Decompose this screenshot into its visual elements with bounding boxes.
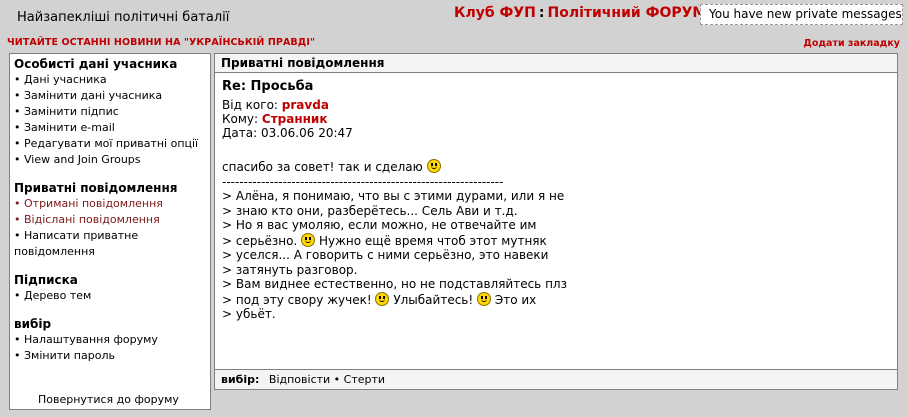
sidebar-item-label[interactable]: Дані учасника	[24, 73, 107, 86]
top-bar: Найзапекліші політичні баталії Клуб ФУП:…	[0, 0, 908, 36]
smiley-icon	[301, 232, 316, 247]
message-line: спасибо за совет! так и сделаю	[222, 160, 423, 174]
quote-line: Нужно ещё время чтоб этот мутняк	[318, 233, 547, 248]
quote-line: > Алёна, я понимаю, что вы с этими дурам…	[222, 189, 565, 203]
quote-line: > под эту свору жучек!	[222, 292, 372, 307]
quote-line: > Вам виднее естественно, но не подставл…	[222, 277, 567, 291]
message-body: спасибо за совет! так и сделаю ---------…	[222, 159, 567, 322]
sidebar-item-edit-email[interactable]: • Замінити e-mail	[14, 120, 206, 136]
bookmark-link[interactable]: Додати закладку	[803, 38, 900, 49]
sidebar: Особисті дані учасника • Дані учасника •…	[9, 53, 211, 410]
sidebar-item-change-password[interactable]: • Змінити пароль	[14, 348, 206, 364]
forum-title: Найзапекліші політичні баталії	[17, 10, 230, 25]
sidebar-item-label[interactable]: Дерево тем	[24, 289, 91, 302]
sidebar-item-label[interactable]: Замінити e-mail	[24, 121, 115, 134]
site-title-separator: :	[538, 5, 545, 21]
sidebar-item-profile[interactable]: • Дані учасника	[14, 72, 206, 88]
sidebar-item-label[interactable]: Змінити пароль	[24, 349, 115, 362]
date-label: Дата:	[222, 126, 258, 140]
news-link[interactable]: ЧИТАЙТЕ ОСТАННІ НОВИНИ НА "УКРАЇНСЬКІЙ П…	[7, 37, 315, 48]
date-value: 03.06.06 20:47	[260, 126, 353, 140]
sidebar-item-label[interactable]: Написати приватне повідомлення	[14, 229, 138, 258]
sidebar-heading-subscription: Підписка	[14, 273, 78, 287]
sidebar-item-inbox[interactable]: • Отримані повідомлення	[14, 196, 206, 212]
sidebar-heading-private: Приватні повідомлення	[14, 181, 178, 195]
sidebar-item-groups[interactable]: • View and Join Groups	[14, 152, 206, 168]
delete-link[interactable]: Стерти	[344, 373, 385, 386]
sidebar-item-compose[interactable]: • Написати приватне повідомлення	[14, 228, 206, 260]
sidebar-item-edit-profile[interactable]: • Замінити дані учасника	[14, 88, 206, 104]
sidebar-item-label[interactable]: View and Join Groups	[24, 153, 141, 166]
quote-line: > Но я вас умоляю, если можно, не отвеча…	[222, 218, 537, 232]
sidebar-item-label[interactable]: Отримані повідомлення	[24, 197, 163, 210]
quote-line: Это их	[494, 292, 537, 307]
to-label: Кому:	[222, 112, 259, 126]
site-title-club[interactable]: Клуб ФУП	[454, 5, 536, 21]
quote-line: > убьёт.	[222, 307, 276, 321]
quote-line: > серьёзно.	[222, 233, 298, 248]
new-pm-notice[interactable]: You have new private messages	[700, 4, 903, 25]
quote-line: Улыбайтесь!	[393, 292, 474, 307]
sidebar-item-label[interactable]: Налаштування форуму	[24, 333, 158, 346]
sidebar-item-edit-signature[interactable]: • Замінити підпис	[14, 104, 206, 120]
sidebar-item-sent[interactable]: • Відіслані повідомлення	[14, 212, 206, 228]
reply-link[interactable]: Відповісти	[269, 373, 330, 386]
sidebar-item-label[interactable]: Редагувати мої приватні опції	[24, 137, 198, 150]
quote-line: > уселся... А говорить с ними серьёзно, …	[222, 248, 549, 262]
actions-label: вибір:	[221, 373, 260, 386]
quote-line: > затянуть разговор.	[222, 262, 358, 277]
site-title[interactable]: Клуб ФУП: Політичний ФОРУМ	[454, 5, 706, 21]
sidebar-item-label[interactable]: Замінити підпис	[24, 105, 119, 118]
message-panel: Приватні повідомлення Re: Просьба Від ко…	[214, 53, 898, 390]
sidebar-item-label[interactable]: Відіслані повідомлення	[24, 213, 160, 226]
quote-separator: ----------------------------------------…	[222, 174, 504, 189]
from-user-link[interactable]: pravda	[282, 98, 329, 112]
from-label: Від кого:	[222, 98, 278, 112]
back-to-forum-link[interactable]: Повернутися до форуму	[38, 393, 179, 406]
sidebar-heading-choice: вибір	[14, 317, 52, 331]
sidebar-item-forum-settings[interactable]: • Налаштування форуму	[14, 332, 206, 348]
message-actions: вибір: Відповісти • Стерти	[214, 369, 898, 390]
message-subject: Re: Просьба	[222, 79, 314, 94]
to-user-link[interactable]: Странник	[262, 112, 328, 126]
sidebar-item-label[interactable]: Замінити дані учасника	[24, 89, 162, 102]
sidebar-item-topic-tree[interactable]: • Дерево тем	[14, 288, 206, 304]
message-meta: Від кого: pravda Кому: Странник Дата: 03…	[222, 98, 353, 140]
smiley-icon	[426, 159, 441, 173]
smiley-icon	[477, 291, 492, 306]
sidebar-item-private-options[interactable]: • Редагувати мої приватні опції	[14, 136, 206, 152]
quote-line: > знаю кто они, разберётесь... Сель Ави …	[222, 203, 518, 218]
site-title-forum[interactable]: Політичний ФОРУМ	[547, 5, 706, 21]
panel-header: Приватні повідомлення	[215, 54, 897, 73]
smiley-icon	[375, 291, 390, 306]
sidebar-heading-personal: Особисті дані учасника	[14, 57, 178, 71]
